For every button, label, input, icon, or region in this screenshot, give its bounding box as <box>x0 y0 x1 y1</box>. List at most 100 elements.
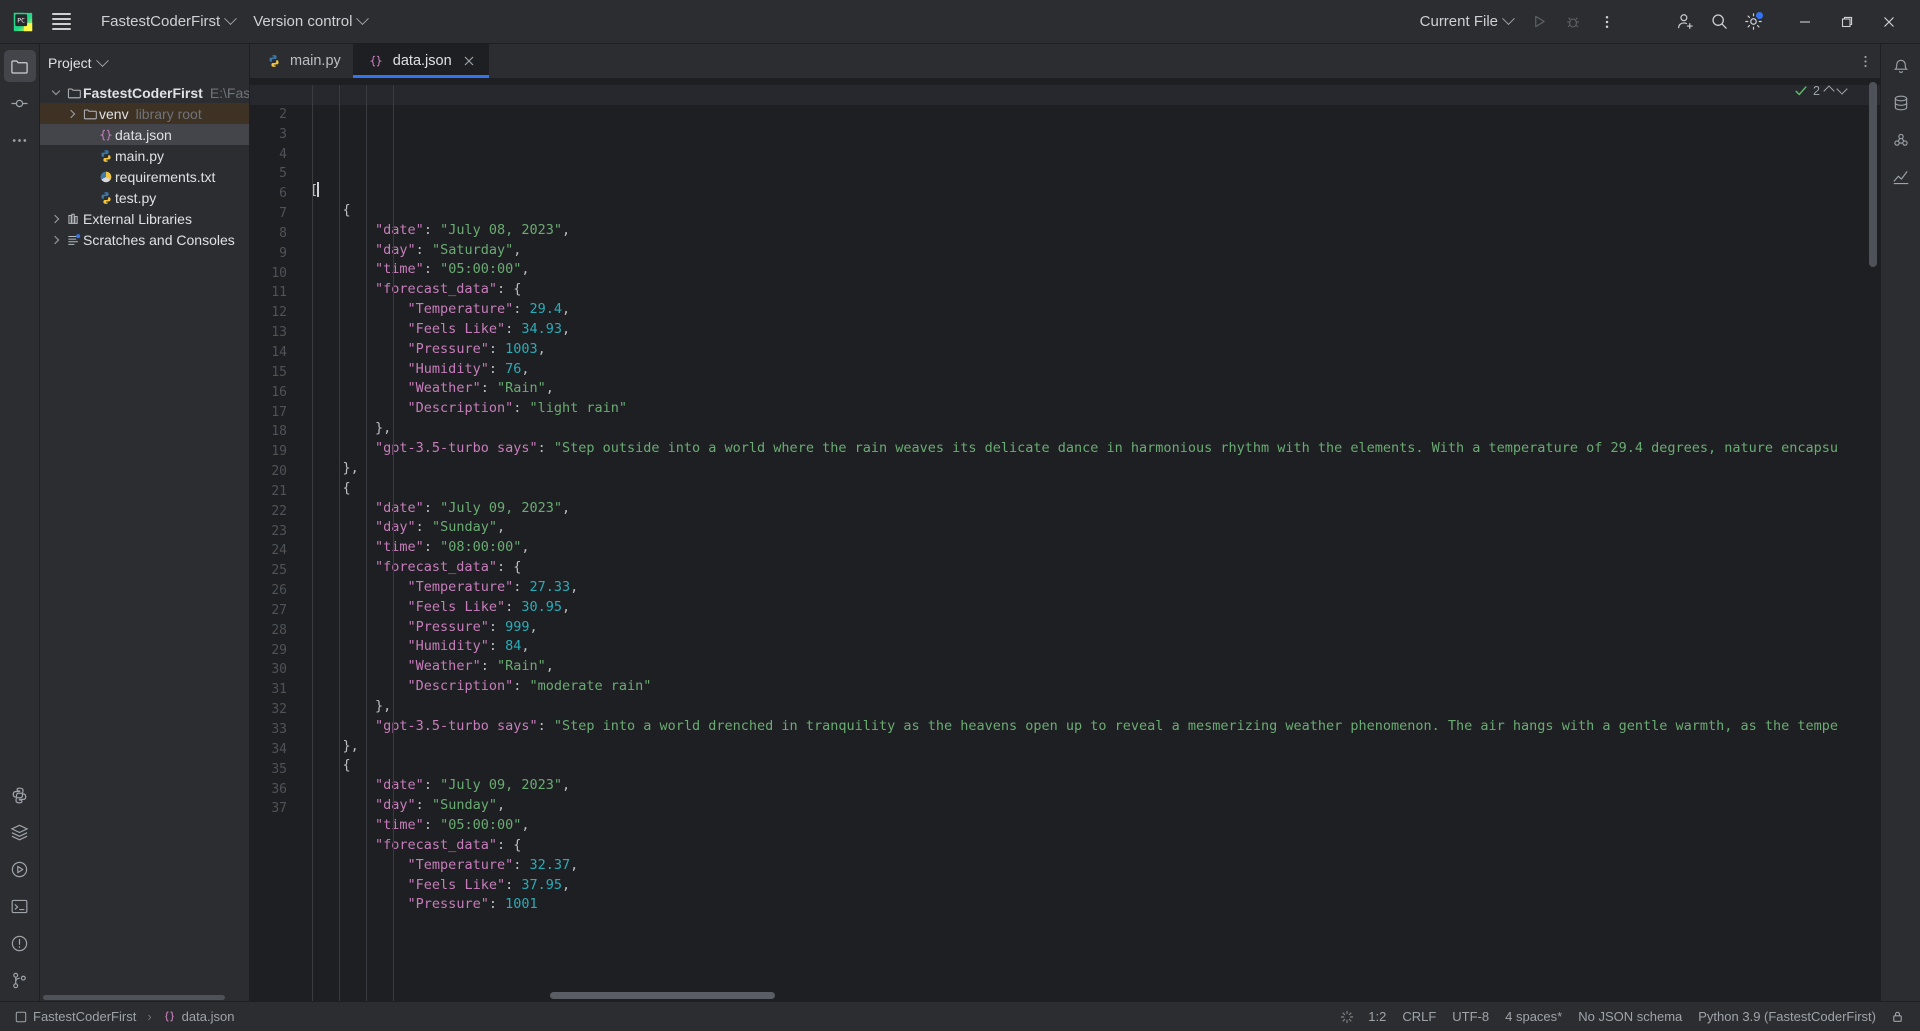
code-line[interactable]: "forecast_data": { <box>310 558 1880 578</box>
python-packages-button[interactable] <box>4 779 36 811</box>
code-folding-strip[interactable] <box>296 78 310 1001</box>
code-line[interactable]: "Temperature": 27.33, <box>310 578 1880 598</box>
chevron-right-icon[interactable] <box>48 235 64 244</box>
code-line[interactable]: { <box>310 201 1880 221</box>
tree-row-external-libraries[interactable]: External Libraries <box>40 208 249 229</box>
indent-setting[interactable]: 4 spaces* <box>1497 1006 1570 1027</box>
terminal-icon[interactable] <box>4 890 36 922</box>
code-line[interactable]: "Weather": "Rain", <box>310 657 1880 677</box>
code-content[interactable]: [ { "date": "July 08, 2023", "day": "Sat… <box>310 78 1880 1001</box>
debug-bug-icon[interactable] <box>1556 7 1590 37</box>
code-line[interactable]: "Temperature": 32.37, <box>310 856 1880 876</box>
git-branch-icon[interactable] <box>4 964 36 996</box>
tree-row-fastestcoderfirst[interactable]: FastestCoderFirst E:\FastestC <box>40 82 249 103</box>
code-line[interactable]: "forecast_data": { <box>310 280 1880 300</box>
chart-icon[interactable] <box>1885 161 1917 193</box>
plugins-icon[interactable] <box>1885 124 1917 156</box>
tree-row-venv[interactable]: venv library root <box>40 103 249 124</box>
run-circle-icon[interactable] <box>4 853 36 885</box>
run-configuration-selector[interactable]: Current File <box>1411 8 1522 36</box>
editor-viewport[interactable]: 1234567891011121314151617181920212223242… <box>250 78 1880 1001</box>
editor-vertical-scrollbar[interactable] <box>1869 82 1877 267</box>
database-icon[interactable] <box>1885 87 1917 119</box>
code-line[interactable]: }, <box>310 419 1880 439</box>
line-separator[interactable]: CRLF <box>1394 1006 1444 1027</box>
code-line[interactable]: "date": "July 09, 2023", <box>310 499 1880 519</box>
code-line[interactable]: "Description": "light rain" <box>310 399 1880 419</box>
search-icon[interactable] <box>1702 7 1736 37</box>
code-line[interactable]: "date": "July 09, 2023", <box>310 776 1880 796</box>
tree-row-data-json[interactable]: data.json <box>40 124 249 145</box>
tree-row-scratches-and-consoles[interactable]: Scratches and Consoles <box>40 229 249 250</box>
code-line[interactable]: { <box>310 479 1880 499</box>
code-line[interactable]: "day": "Sunday", <box>310 518 1880 538</box>
version-control-button[interactable]: Version control <box>244 8 376 36</box>
close-icon[interactable] <box>1868 7 1910 37</box>
line-number-gutter[interactable]: 1234567891011121314151617181920212223242… <box>250 78 296 1001</box>
loading-spinner-icon[interactable] <box>1334 1006 1360 1028</box>
code-line[interactable]: "Description": "moderate rain" <box>310 677 1880 697</box>
code-line[interactable]: "Humidity": 76, <box>310 360 1880 380</box>
editor-tab-main-py[interactable]: main.py <box>250 44 353 78</box>
code-line[interactable]: "Pressure": 999, <box>310 618 1880 638</box>
code-line[interactable]: [ <box>310 181 1880 201</box>
minimize-icon[interactable] <box>1784 7 1826 37</box>
code-line[interactable]: "time": "05:00:00", <box>310 816 1880 836</box>
inspection-widget[interactable]: 2 <box>1794 83 1848 98</box>
problems-warning-icon[interactable] <box>4 927 36 959</box>
more-tool-windows-button[interactable] <box>4 124 36 156</box>
bell-icon[interactable] <box>1885 50 1917 82</box>
chevron-up-icon[interactable] <box>1823 85 1835 97</box>
project-tree[interactable]: FastestCoderFirst E:\FastestC venv library … <box>40 78 249 1001</box>
maximize-restore-icon[interactable] <box>1826 7 1868 37</box>
code-line[interactable]: "Temperature": 29.4, <box>310 300 1880 320</box>
file-encoding[interactable]: UTF-8 <box>1444 1006 1497 1027</box>
add-account-icon[interactable] <box>1668 7 1702 37</box>
chevron-down-icon[interactable] <box>1836 83 1848 95</box>
code-line[interactable]: "day": "Saturday", <box>310 241 1880 261</box>
project-panel-header[interactable]: Project <box>40 48 249 78</box>
code-line[interactable]: "time": "08:00:00", <box>310 538 1880 558</box>
tab-close-icon[interactable] <box>462 54 477 69</box>
python-interpreter-selector[interactable]: Python 3.9 (FastestCoderFirst) <box>1690 1006 1884 1027</box>
code-line[interactable]: }, <box>310 737 1880 757</box>
breadcrumb-project[interactable]: FastestCoderFirst <box>10 1007 141 1026</box>
tree-row-test-py[interactable]: test.py <box>40 187 249 208</box>
code-line[interactable]: "Feels Like": 37.95, <box>310 876 1880 896</box>
chevron-right-icon[interactable] <box>48 214 64 223</box>
breadcrumb-file[interactable]: data.json <box>158 1007 240 1026</box>
chevron-down-icon[interactable] <box>48 86 64 96</box>
code-line[interactable]: { <box>310 756 1880 776</box>
code-line[interactable]: "forecast_data": { <box>310 836 1880 856</box>
code-line[interactable]: "time": "05:00:00", <box>310 260 1880 280</box>
commit-tool-button[interactable] <box>4 87 36 119</box>
editor-tab-options-icon[interactable] <box>1850 44 1880 78</box>
run-play-icon[interactable] <box>1522 7 1556 37</box>
read-only-lock-icon[interactable] <box>1884 1006 1910 1028</box>
project-name-button[interactable]: FastestCoderFirst <box>92 8 244 36</box>
caret-position[interactable]: 1:2 <box>1360 1006 1394 1027</box>
more-vertical-icon[interactable] <box>1590 7 1624 37</box>
code-line[interactable]: "Pressure": 1001 <box>310 895 1880 915</box>
project-tool-button[interactable] <box>3 50 36 82</box>
tree-row-main-py[interactable]: main.py <box>40 145 249 166</box>
code-line[interactable]: "date": "July 08, 2023", <box>310 221 1880 241</box>
code-line[interactable]: "gpt-3.5-turbo says": "Step outside into… <box>310 439 1880 459</box>
code-line[interactable]: "day": "Sunday", <box>310 796 1880 816</box>
gear-icon[interactable] <box>1736 7 1770 37</box>
code-line[interactable]: "Feels Like": 34.93, <box>310 320 1880 340</box>
project-tree-hscrollbar[interactable] <box>40 993 249 1001</box>
editor-horizontal-scrollbar[interactable] <box>550 992 775 999</box>
code-line[interactable]: "Humidity": 84, <box>310 637 1880 657</box>
editor-tab-data-json[interactable]: data.json <box>352 44 489 78</box>
code-line[interactable]: "Weather": "Rain", <box>310 379 1880 399</box>
code-line[interactable]: "gpt-3.5-turbo says": "Step into a world… <box>310 717 1880 737</box>
code-line[interactable]: }, <box>310 459 1880 479</box>
code-line[interactable]: "Pressure": 1003, <box>310 340 1880 360</box>
structure-button[interactable] <box>4 816 36 848</box>
hamburger-menu-icon[interactable] <box>44 7 78 37</box>
code-line[interactable]: }, <box>310 697 1880 717</box>
code-line[interactable]: "Feels Like": 30.95, <box>310 598 1880 618</box>
chevron-right-icon[interactable] <box>64 109 80 118</box>
json-schema-selector[interactable]: No JSON schema <box>1570 1006 1690 1027</box>
